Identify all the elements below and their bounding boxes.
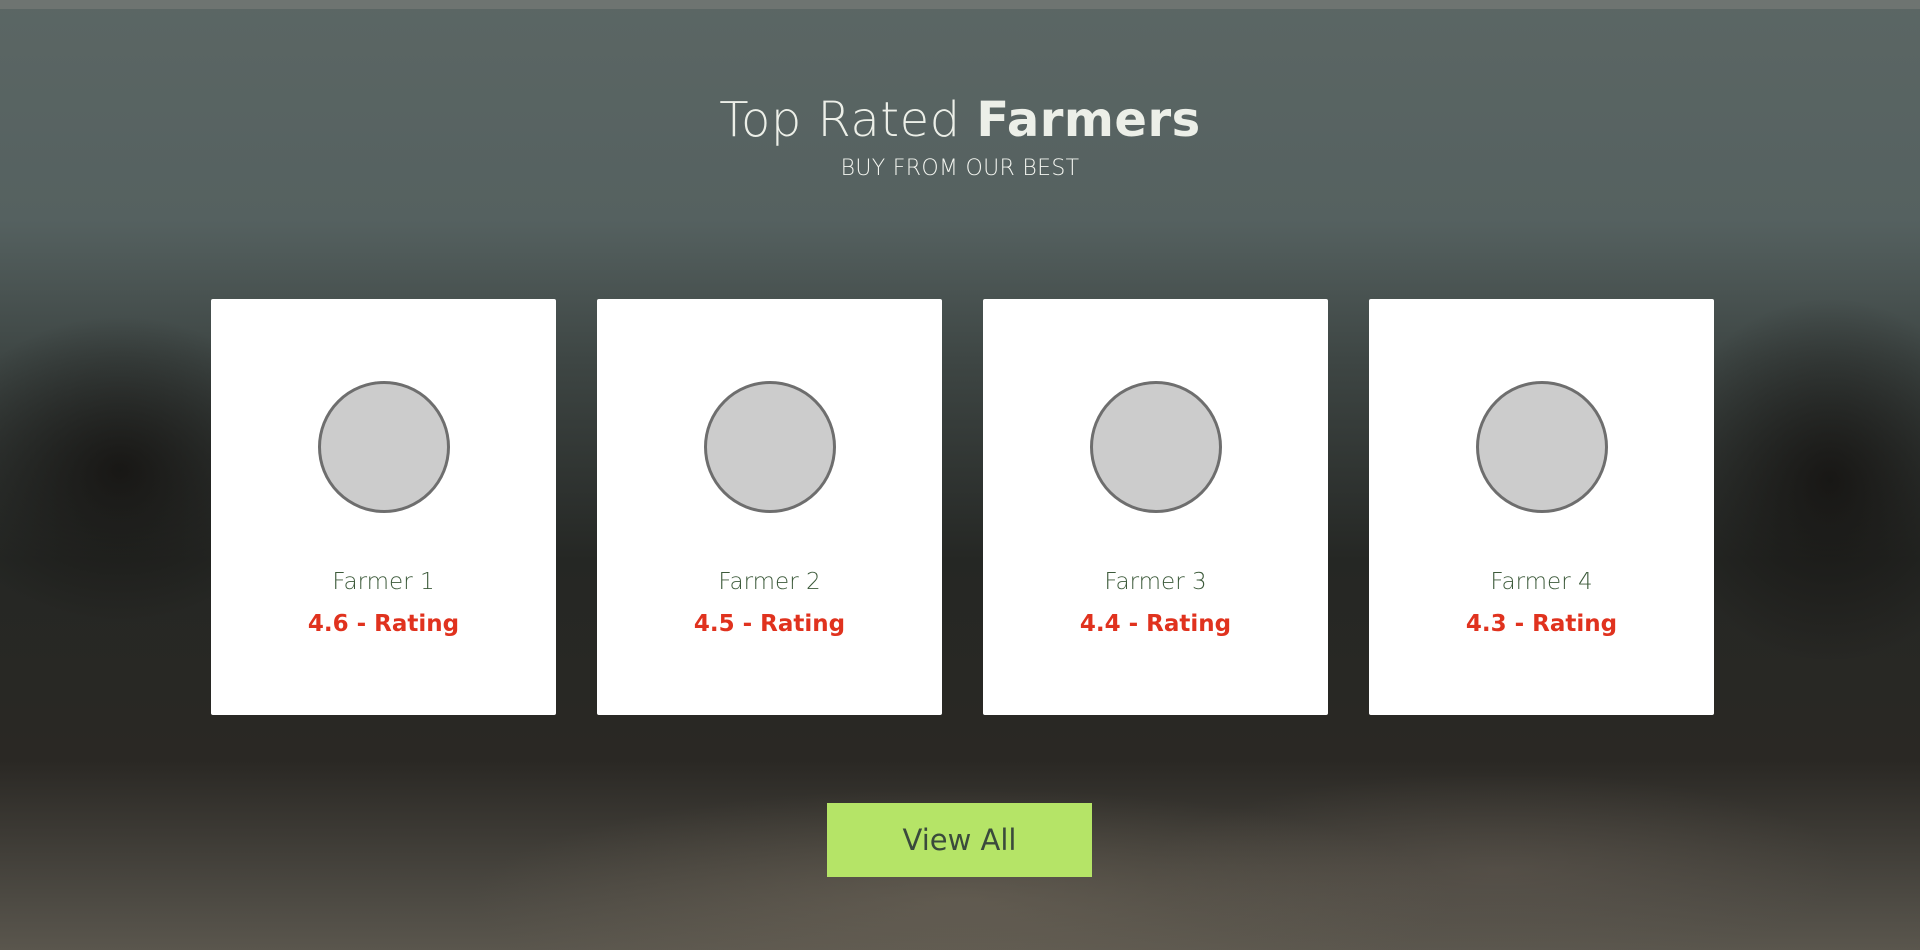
farmer-name: Farmer 4	[1490, 569, 1593, 595]
farmer-avatar	[1090, 381, 1222, 513]
farmer-name: Farmer 1	[332, 569, 435, 595]
farmer-rating: 4.5 - Rating	[693, 611, 846, 637]
farmer-card[interactable]: Farmer 4 4.3 - Rating	[1369, 299, 1714, 715]
farmer-name: Farmer 3	[1104, 569, 1207, 595]
section-title-regular: Top Rated	[719, 92, 977, 148]
farmer-card[interactable]: Farmer 3 4.4 - Rating	[983, 299, 1328, 715]
section-title-bold: Farmers	[976, 92, 1201, 148]
farmer-rating: 4.4 - Rating	[1079, 611, 1232, 637]
farmer-card[interactable]: Farmer 1 4.6 - Rating	[211, 299, 556, 715]
farmer-avatar	[318, 381, 450, 513]
farmer-rating: 4.3 - Rating	[1465, 611, 1618, 637]
farmer-avatar	[704, 381, 836, 513]
section-title: Top Rated Farmers	[0, 92, 1920, 148]
farmer-card[interactable]: Farmer 2 4.5 - Rating	[597, 299, 942, 715]
top-bar	[0, 0, 1920, 9]
farmer-name: Farmer 2	[718, 569, 821, 595]
farmer-rating: 4.6 - Rating	[307, 611, 460, 637]
section-subtitle: BUY FROM OUR BEST	[840, 156, 1080, 181]
view-all-button[interactable]: View All	[827, 803, 1092, 877]
farmer-avatar	[1476, 381, 1608, 513]
